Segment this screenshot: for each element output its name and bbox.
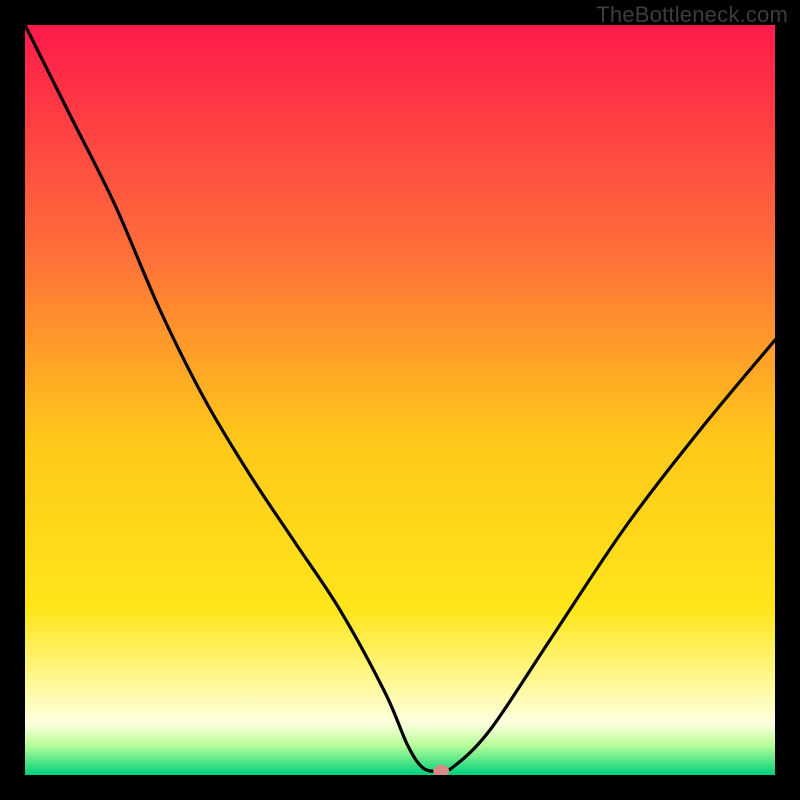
chart-svg (25, 25, 775, 775)
watermark-text: TheBottleneck.com (596, 2, 788, 28)
gradient-background (25, 25, 775, 775)
bottleneck-plot (25, 25, 775, 775)
chart-frame: TheBottleneck.com (0, 0, 800, 800)
